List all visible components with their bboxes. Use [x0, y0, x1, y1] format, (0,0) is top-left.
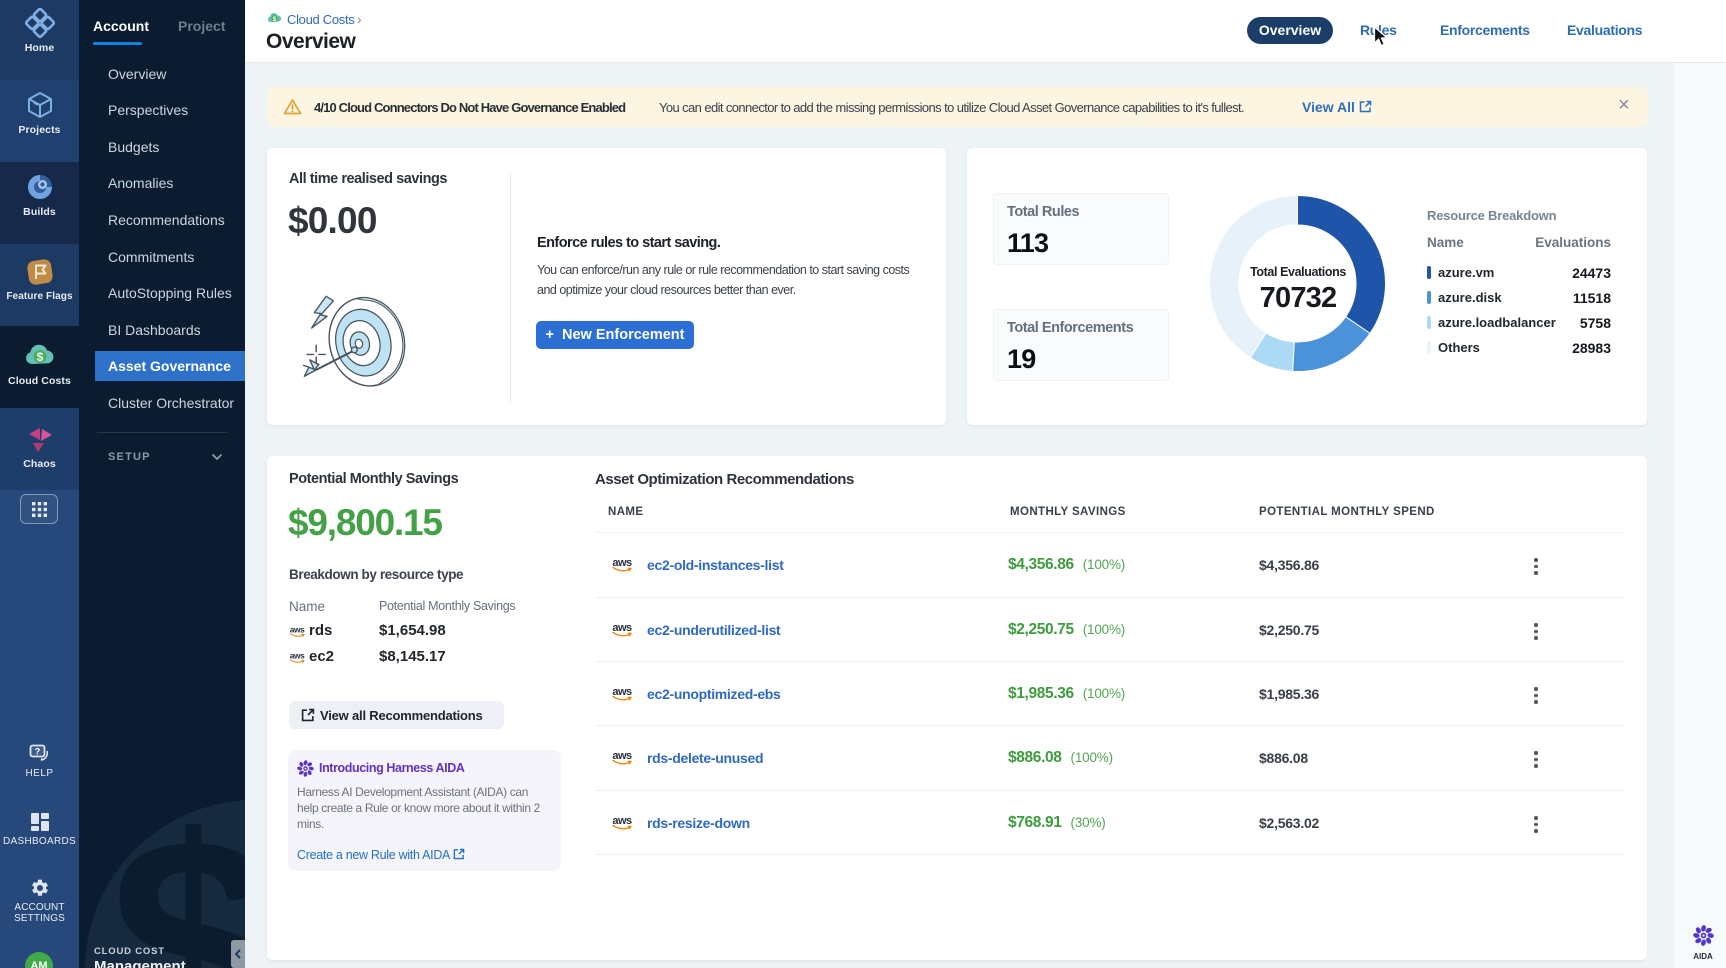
svg-text:aws: aws	[612, 622, 632, 634]
svg-text:aws: aws	[612, 686, 632, 698]
svg-text:?: ?	[34, 747, 40, 757]
svg-text:aws: aws	[290, 625, 305, 635]
svg-text:aws: aws	[612, 815, 632, 827]
svg-text:aws: aws	[612, 750, 632, 762]
svg-text:$: $	[36, 350, 43, 364]
svg-text:aws: aws	[612, 557, 632, 569]
svg-text:aws: aws	[290, 651, 305, 661]
